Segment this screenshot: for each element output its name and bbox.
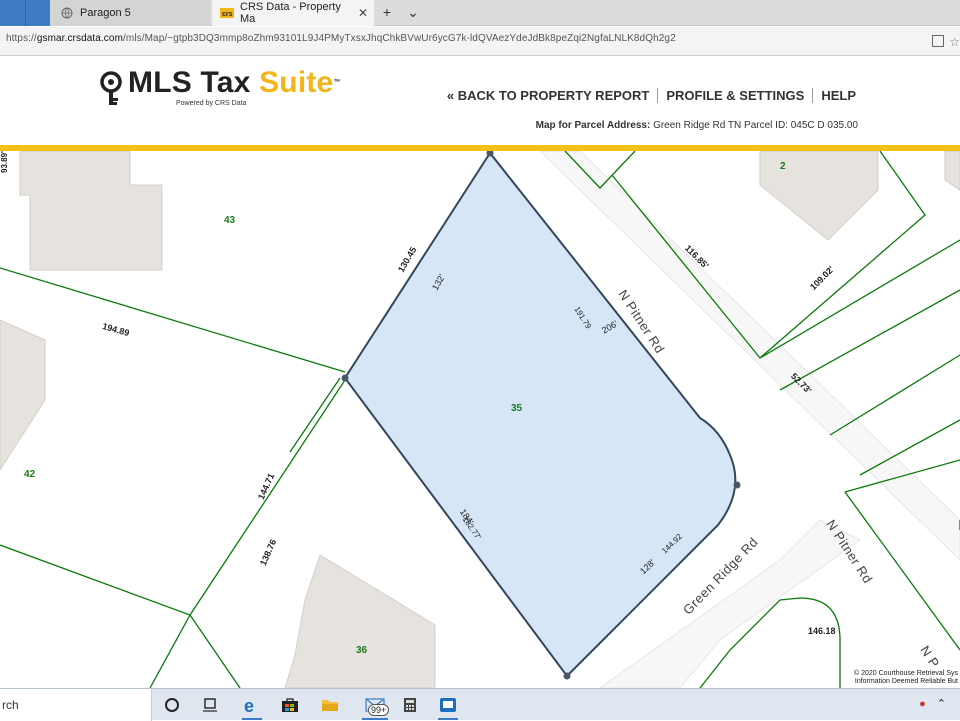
help-link[interactable]: HELP xyxy=(813,88,856,103)
parcel-label: Map for Parcel Address: xyxy=(535,120,651,131)
url-prefix: https:// xyxy=(6,33,37,44)
parcel-map[interactable]: 43 2 42 35 36 N Pitner Rd N Pitner Rd Gr… xyxy=(0,151,960,688)
address-bar[interactable]: https://gsmar.crsdata.com/mls/Map/~gtpb3… xyxy=(0,27,960,56)
edge-browser-icon[interactable]: e xyxy=(240,694,264,720)
logo-main: MLS Tax xyxy=(128,66,260,99)
selected-parcel-35[interactable] xyxy=(343,151,737,678)
calculator-icon[interactable] xyxy=(398,694,422,716)
reading-view-icon[interactable] xyxy=(932,35,944,47)
url-text[interactable]: https://gsmar.crsdata.com/mls/Map/~gtpb3… xyxy=(6,33,676,44)
logo-wordmark: MLS Tax Suite™ xyxy=(128,67,341,99)
store-icon[interactable] xyxy=(278,694,302,716)
logo-tm: ™ xyxy=(333,79,341,86)
logo-accent: Suite xyxy=(259,66,334,99)
key-logo-icon xyxy=(100,71,122,105)
tab-menu-button[interactable]: ⌄ xyxy=(404,4,422,21)
crs-favicon-icon: crs xyxy=(220,6,234,20)
tab-actions[interactable] xyxy=(0,0,50,26)
chevron-up-icon[interactable]: ⌃ xyxy=(937,698,946,710)
map-canvas[interactable] xyxy=(0,151,960,688)
top-nav: « BACK TO PROPERTY REPORT PROFILE & SETT… xyxy=(439,88,856,103)
svg-text:crs: crs xyxy=(222,11,233,18)
favorite-star-icon[interactable]: ☆ xyxy=(949,35,960,49)
close-icon[interactable]: ✕ xyxy=(358,6,368,20)
file-explorer-icon[interactable] xyxy=(318,694,342,716)
copyright-line: Information Deemed Reliable But xyxy=(854,678,958,685)
mail-badge: 99+ xyxy=(368,704,390,716)
notification-icon[interactable]: ● xyxy=(919,698,926,710)
tab-paragon[interactable]: Paragon 5 xyxy=(50,0,210,26)
copyright-line: © 2020 Courthouse Retrieval Sys xyxy=(854,670,958,677)
dimension-label: 93.89' xyxy=(0,151,9,173)
app-header: MLS Tax Suite™ Powered by CRS Data « BAC… xyxy=(0,57,960,145)
url-host: gsmar.crsdata.com xyxy=(36,33,124,44)
parcel-info: Map for Parcel Address: Green Ridge Rd T… xyxy=(536,120,858,131)
tab-title: Paragon 5 xyxy=(80,7,131,19)
globe-icon xyxy=(60,6,74,20)
remote-app-icon[interactable] xyxy=(436,694,460,720)
powered-by: Powered by CRS Data xyxy=(176,100,247,107)
lot-number[interactable]: 43 xyxy=(224,215,235,226)
mail-icon[interactable]: 99+ xyxy=(360,694,390,720)
lot-number[interactable]: 36 xyxy=(356,645,367,656)
taskbar-search[interactable]: rch xyxy=(0,689,152,721)
profile-settings-link[interactable]: PROFILE & SETTINGS xyxy=(658,88,812,103)
back-to-report-link[interactable]: « BACK TO PROPERTY REPORT xyxy=(439,88,658,103)
lot-number[interactable]: 42 xyxy=(24,469,35,480)
dimension-label: 146.18 xyxy=(808,626,836,636)
cortana-icon[interactable] xyxy=(160,694,184,716)
lot-number[interactable]: 35 xyxy=(511,403,522,414)
svg-text:e: e xyxy=(244,696,254,714)
system-tray: ● ⌃ xyxy=(919,697,946,710)
lot-number[interactable]: 2 xyxy=(780,161,786,172)
map-copyright: © 2020 Courthouse Retrieval Sys Informat… xyxy=(854,670,958,686)
browser-tab-bar: Paragon 5 crs CRS Data - Property Ma ✕ +… xyxy=(0,0,960,26)
task-view-icon[interactable] xyxy=(198,694,222,716)
tab-crs-data[interactable]: crs CRS Data - Property Ma ✕ xyxy=(212,0,374,26)
url-path: /mls/Map/~gtpb3DQ3mmp8oZhm93101L9J4PMyTx… xyxy=(123,33,676,44)
os-taskbar: rch e 99+ ● ⌃ xyxy=(0,688,960,721)
new-tab-button[interactable]: + xyxy=(378,4,396,20)
tab-title: CRS Data - Property Ma xyxy=(240,1,341,25)
parcel-value: Green Ridge Rd TN Parcel ID: 045C D 035.… xyxy=(653,120,858,131)
